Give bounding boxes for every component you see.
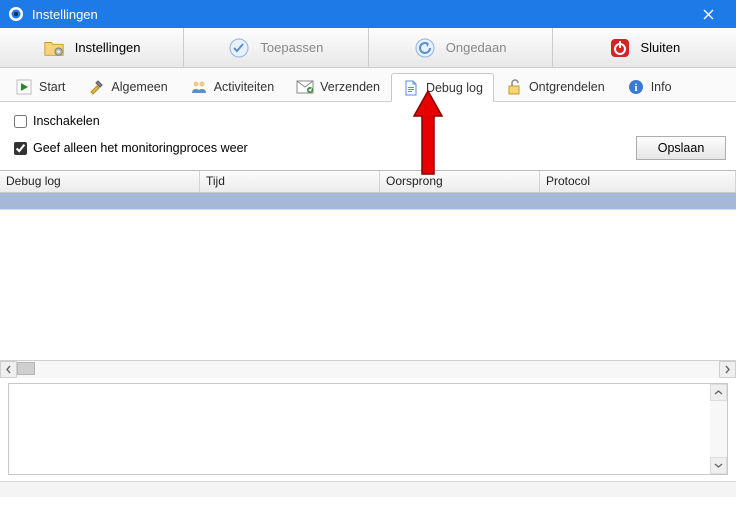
- apply-button[interactable]: Toepassen: [184, 28, 368, 67]
- tab-bar: Start Algemeen Activiteiten Verzenden De…: [0, 68, 736, 102]
- main-toolbar: Instellingen Toepassen Ongedaan Sluiten: [0, 28, 736, 68]
- col-protocol[interactable]: Protocol: [540, 171, 736, 192]
- scroll-left-icon[interactable]: [0, 361, 17, 378]
- grid-body[interactable]: [0, 210, 736, 360]
- output-text[interactable]: [9, 384, 710, 474]
- monitor-only-label[interactable]: Geef alleen het monitoringproces weer: [33, 141, 248, 155]
- close-main-button[interactable]: Sluiten: [553, 28, 736, 67]
- undo-label: Ongedaan: [446, 40, 507, 55]
- tab-debuglog[interactable]: Debug log: [391, 73, 494, 102]
- tab-start-label: Start: [39, 80, 65, 94]
- undo-circle-icon: [414, 37, 436, 59]
- app-icon: [8, 6, 24, 22]
- tab-activities-label: Activiteiten: [214, 80, 274, 94]
- close-label: Sluiten: [641, 40, 681, 55]
- tab-info[interactable]: i Info: [616, 72, 683, 101]
- window-title: Instellingen: [32, 7, 688, 22]
- enable-label[interactable]: Inschakelen: [33, 114, 100, 128]
- play-icon: [15, 78, 33, 96]
- mail-icon: [296, 78, 314, 96]
- close-button[interactable]: [688, 0, 728, 28]
- info-icon: i: [627, 78, 645, 96]
- save-button[interactable]: Opslaan: [636, 136, 726, 160]
- undo-button[interactable]: Ongedaan: [369, 28, 553, 67]
- settings-button[interactable]: Instellingen: [0, 28, 184, 67]
- titlebar: Instellingen: [0, 0, 736, 28]
- tab-send-label: Verzenden: [320, 80, 380, 94]
- col-debuglog[interactable]: Debug log: [0, 171, 200, 192]
- scroll-track[interactable]: [17, 361, 719, 378]
- grid-selected-row[interactable]: [0, 193, 736, 210]
- tab-general[interactable]: Algemeen: [76, 72, 178, 101]
- status-bar: [0, 481, 736, 497]
- scroll-thumb[interactable]: [17, 362, 35, 375]
- lock-open-icon: [505, 78, 523, 96]
- tab-start[interactable]: Start: [4, 72, 76, 101]
- svg-text:i: i: [634, 82, 637, 94]
- col-time[interactable]: Tijd: [200, 171, 380, 192]
- enable-checkbox[interactable]: [14, 115, 27, 128]
- debug-log-grid: Debug log Tijd Oorsprong Protocol: [0, 170, 736, 360]
- users-icon: [190, 78, 208, 96]
- settings-pane: Inschakelen Geef alleen het monitoringpr…: [0, 102, 736, 170]
- scroll-right-icon[interactable]: [719, 361, 736, 378]
- col-origin[interactable]: Oorsprong: [380, 171, 540, 192]
- tab-activities[interactable]: Activiteiten: [179, 72, 285, 101]
- grid-header: Debug log Tijd Oorsprong Protocol: [0, 171, 736, 193]
- apply-label: Toepassen: [260, 40, 323, 55]
- tab-general-label: Algemeen: [111, 80, 167, 94]
- scroll-up-icon[interactable]: [710, 384, 727, 401]
- vertical-scrollbar[interactable]: [710, 384, 727, 474]
- output-panel: [8, 383, 728, 475]
- power-icon: [609, 37, 631, 59]
- document-icon: [402, 79, 420, 97]
- horizontal-scrollbar[interactable]: [0, 360, 736, 377]
- monitor-only-checkbox[interactable]: [14, 142, 27, 155]
- tab-info-label: Info: [651, 80, 672, 94]
- folder-gear-icon: [43, 37, 65, 59]
- tab-debuglog-label: Debug log: [426, 81, 483, 95]
- settings-label: Instellingen: [75, 40, 141, 55]
- tools-icon: [87, 78, 105, 96]
- vscroll-track[interactable]: [710, 401, 727, 457]
- tab-send[interactable]: Verzenden: [285, 72, 391, 101]
- check-circle-icon: [228, 37, 250, 59]
- scroll-down-icon[interactable]: [710, 457, 727, 474]
- tab-unlock[interactable]: Ontgrendelen: [494, 72, 616, 101]
- tab-unlock-label: Ontgrendelen: [529, 80, 605, 94]
